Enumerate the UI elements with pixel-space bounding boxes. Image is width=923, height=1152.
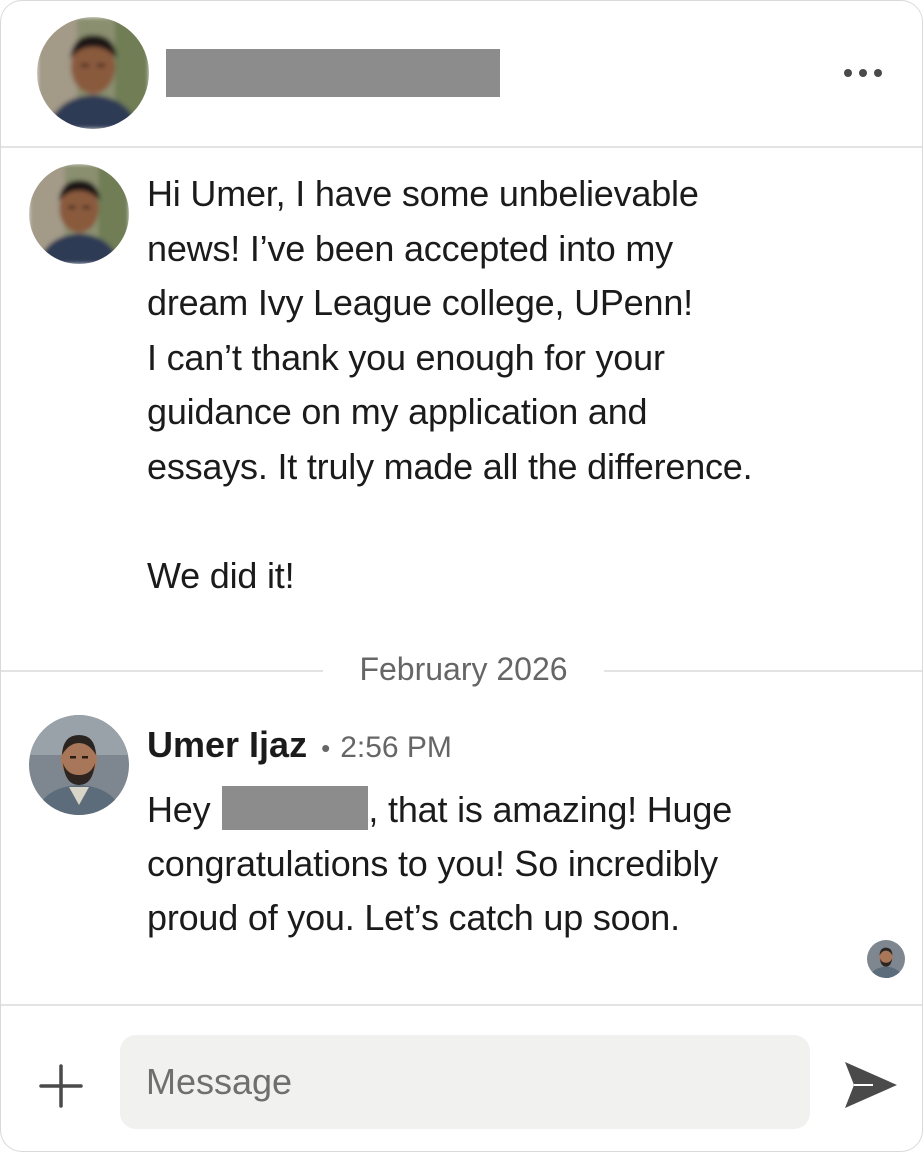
ellipsis-dot	[874, 69, 882, 77]
message-input[interactable]	[120, 1035, 810, 1129]
message-time: 2:56 PM	[340, 731, 452, 764]
conversation-header	[1, 1, 922, 148]
read-receipt-avatar	[867, 940, 905, 978]
divider	[604, 670, 922, 672]
attach-button[interactable]	[35, 1060, 87, 1112]
sender-name[interactable]: Umer Ijaz	[147, 724, 307, 766]
more-options-button[interactable]	[831, 57, 895, 89]
message-text-start: Hey	[147, 789, 211, 830]
recipient-name-redacted	[222, 786, 369, 830]
chat-window: Hi Umer, I have some unbelievable news! …	[0, 0, 923, 1152]
message-composer	[1, 1004, 922, 1151]
date-label: February 2026	[359, 651, 568, 687]
ellipsis-dot	[859, 69, 867, 77]
message-body: Hey, that is amazing! Huge congratulatio…	[147, 783, 907, 945]
date-separator: February 2026	[1, 646, 922, 696]
divider	[1, 670, 323, 672]
message-body: Hi Umer, I have some unbelievable news! …	[147, 173, 753, 596]
contact-name-redacted	[166, 49, 500, 97]
send-button[interactable]	[841, 1056, 901, 1114]
message-avatar-umer[interactable]	[29, 715, 129, 815]
contact-avatar[interactable]	[37, 17, 149, 129]
send-icon	[845, 1062, 897, 1108]
meta-separator: •	[321, 733, 331, 763]
message-header: Umer Ijaz • 2:56 PM	[147, 724, 452, 770]
plus-icon	[39, 1064, 83, 1108]
message-avatar-contact[interactable]	[29, 164, 129, 264]
ellipsis-icon	[844, 69, 852, 77]
